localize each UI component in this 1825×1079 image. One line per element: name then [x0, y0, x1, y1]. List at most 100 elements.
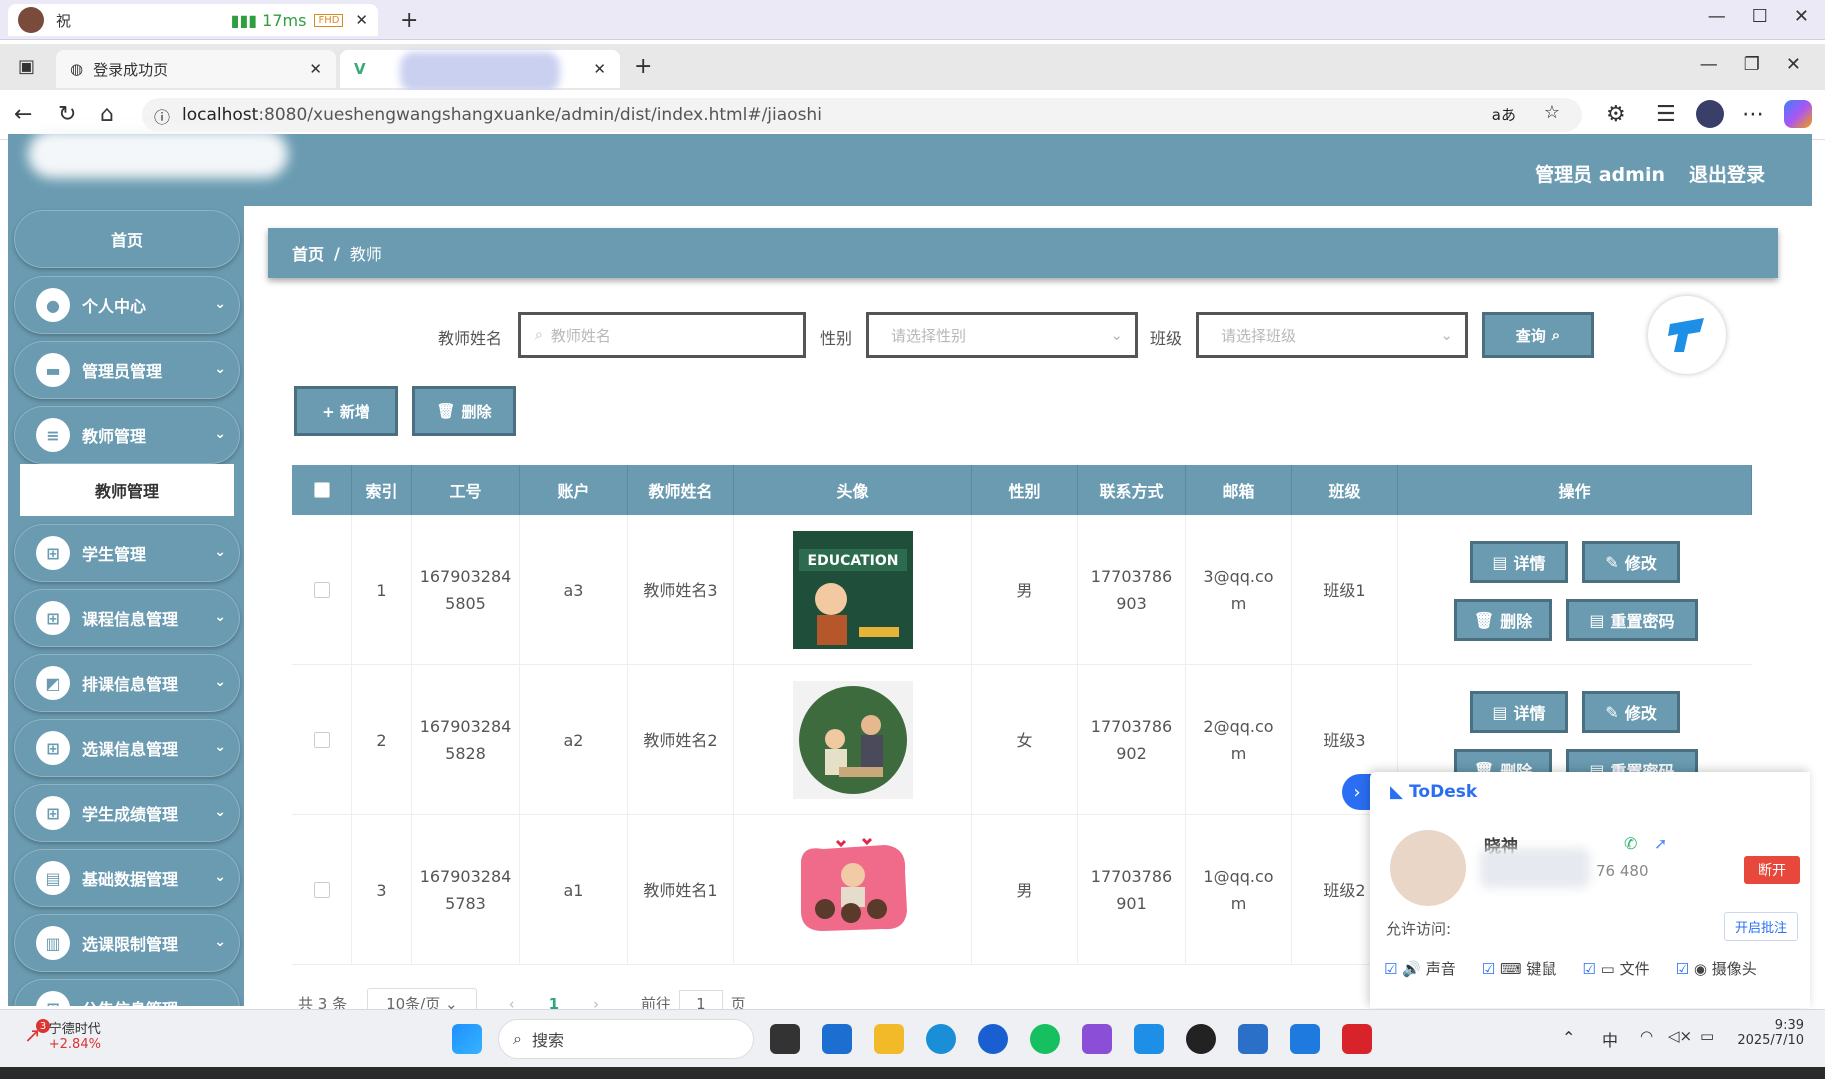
close-tab-icon[interactable]: ✕ — [593, 60, 606, 78]
chevron-down-icon: ⌄ — [1440, 326, 1453, 344]
sidebar-item-notice[interactable]: ⊞ 公告信息管理 ⌄ — [14, 979, 240, 1006]
app-p-icon[interactable] — [1290, 1024, 1320, 1054]
sidebar-item-student[interactable]: ⊞ 学生管理 ⌄ — [14, 524, 240, 582]
sidebar-item-selection[interactable]: ⊞ 选课信息管理 ⌄ — [14, 719, 240, 777]
todesk-panel: ◣ ToDesk 晓神 76 480 ✆ ➚ 断开 允许访问: 开启批注 ☑ 🔊 … — [1370, 772, 1810, 1008]
home-icon[interactable]: ⌂ — [100, 102, 114, 127]
sidebar-item-schedule[interactable]: ◩ 排课信息管理 ⌄ — [14, 654, 240, 712]
delete-button[interactable]: 🗑 删除 — [1454, 599, 1552, 641]
teacher-name-input[interactable]: ⌕ 教师姓名 — [518, 312, 806, 358]
edit-button[interactable]: ✎ 修改 — [1582, 691, 1680, 733]
close-tab-icon[interactable]: ✕ — [309, 60, 322, 78]
chevron-down-icon: ⌄ — [214, 674, 226, 690]
volume-muted-icon[interactable]: ◁× — [1668, 1027, 1692, 1045]
sidebar-item-admin[interactable]: ▬ 管理员管理 ⌄ — [14, 341, 240, 399]
sidebar-item-course[interactable]: ⊞ 课程信息管理 ⌄ — [14, 589, 240, 647]
permission-camera[interactable]: ☑ ◉ 摄像头 — [1676, 958, 1757, 979]
todesk-taskbar-icon[interactable] — [1134, 1024, 1164, 1054]
copilot-icon[interactable] — [1784, 100, 1812, 128]
maximize-icon[interactable]: ☐ — [1752, 6, 1768, 27]
detail-button[interactable]: ▤ 详情 — [1470, 541, 1568, 583]
profile-avatar[interactable] — [1696, 100, 1724, 128]
avatar-education-image[interactable]: EDUCATION — [792, 531, 913, 649]
browser-tab-active[interactable]: V ✕ — [340, 50, 620, 92]
remote-session-tab[interactable]: 祝 ▮▮▮ 17ms FHD ✕ — [8, 4, 378, 36]
batch-delete-button[interactable]: 🗑 删除 — [412, 386, 516, 436]
sidebar-item-personal-center[interactable]: ● 个人中心 ⌄ — [14, 276, 240, 334]
read-aloud-icon[interactable]: aあ — [1492, 104, 1516, 125]
sidebar-subitem-teacher[interactable]: 教师管理 — [20, 464, 234, 516]
add-button[interactable]: + 新增 — [294, 386, 398, 436]
back-icon[interactable]: ← — [14, 102, 32, 127]
sidebar-item-limits[interactable]: ▥ 选课限制管理 ⌄ — [14, 914, 240, 972]
ime-indicator[interactable]: 中 — [1602, 1027, 1618, 1051]
close-remote-tab-icon[interactable]: ✕ — [355, 11, 368, 29]
wechat-icon[interactable] — [1030, 1024, 1060, 1054]
annotate-button[interactable]: 开启批注 — [1724, 912, 1799, 941]
avatar-teaching-image[interactable] — [792, 681, 913, 799]
permission-sound[interactable]: ☑ 🔊 声音 — [1384, 958, 1456, 979]
extensions-icon[interactable]: ⚙ — [1606, 102, 1626, 127]
notepad-icon[interactable] — [1238, 1024, 1268, 1054]
close-icon[interactable]: ✕ — [1794, 6, 1809, 27]
avatar-classroom-image[interactable] — [792, 831, 913, 949]
breadcrumb-home[interactable]: 首页 — [292, 241, 324, 265]
clock[interactable]: 9:39 2025/7/10 — [1734, 1018, 1804, 1048]
windows-start-icon[interactable] — [452, 1024, 482, 1054]
row-checkbox[interactable] — [313, 582, 330, 598]
cell-email-line1: 1@qq.co — [1203, 867, 1274, 886]
class-select[interactable]: 请选择班级 ⌄ — [1196, 312, 1468, 358]
todesk-collapse-button[interactable]: › — [1342, 774, 1372, 810]
gender-select[interactable]: 请选择性别 ⌄ — [866, 312, 1138, 358]
quality-badge[interactable]: FHD — [314, 13, 344, 27]
new-tab-icon[interactable]: + — [634, 54, 652, 79]
file-explorer-icon[interactable] — [874, 1024, 904, 1054]
qq-icon[interactable] — [1186, 1024, 1216, 1054]
reset-password-button[interactable]: ▤ 重置密码 — [1566, 599, 1698, 641]
stock-widget[interactable]: ↗ 3 宁德时代 +2.84% — [24, 1018, 101, 1052]
row-checkbox[interactable] — [313, 882, 330, 898]
store-icon[interactable] — [822, 1024, 852, 1054]
edge-icon[interactable] — [926, 1024, 956, 1054]
sidebar-item-teacher[interactable]: ≡ 教师管理 ⌄ — [14, 406, 240, 464]
minimize-icon[interactable]: — — [1700, 54, 1718, 75]
sidebar-item-label: 选课限制管理 — [82, 935, 179, 954]
tab-actions-icon[interactable]: ▣ — [18, 56, 35, 77]
app-l-icon[interactable] — [978, 1024, 1008, 1054]
cell-phone-line2: 901 — [1116, 894, 1147, 913]
intellij-icon[interactable] — [1342, 1024, 1372, 1054]
disconnect-button[interactable]: 断开 — [1744, 856, 1800, 884]
favorites-icon[interactable]: ☰ — [1656, 102, 1676, 127]
tray-expand-icon[interactable]: ⌃ — [1562, 1028, 1575, 1047]
minimize-icon[interactable]: — — [1708, 6, 1726, 27]
sidebar-item-grades[interactable]: ⊞ 学生成绩管理 ⌄ — [14, 784, 240, 842]
logout-link[interactable]: 退出登录 — [1689, 160, 1765, 187]
new-remote-tab-icon[interactable]: + — [400, 8, 418, 33]
class-label: 班级 — [1150, 329, 1183, 348]
favorite-star-icon[interactable]: ☆ — [1544, 102, 1560, 123]
wifi-icon[interactable]: ◠ — [1640, 1027, 1653, 1045]
query-button[interactable]: 查询 ⌕ — [1482, 312, 1594, 358]
phone-icon[interactable]: ✆ — [1624, 834, 1637, 853]
cursor-icon[interactable]: ➚ — [1654, 834, 1667, 853]
detail-button[interactable]: ▤ 详情 — [1470, 691, 1568, 733]
permission-file[interactable]: ☑ ▭ 文件 — [1582, 958, 1649, 979]
battery-icon[interactable]: ▭ — [1700, 1027, 1714, 1045]
visual-studio-icon[interactable] — [1082, 1024, 1112, 1054]
todesk-floating-button[interactable] — [1648, 296, 1726, 374]
select-all-checkbox[interactable] — [313, 482, 330, 498]
task-view-icon[interactable] — [770, 1024, 800, 1054]
taskbar-search[interactable]: ⌕ 搜索 — [498, 1019, 754, 1059]
grid-icon: ⊞ — [36, 991, 70, 1006]
close-icon[interactable]: ✕ — [1786, 54, 1801, 75]
edit-button[interactable]: ✎ 修改 — [1582, 541, 1680, 583]
permission-keyboard[interactable]: ☑ ⌨ 键鼠 — [1482, 958, 1557, 979]
sidebar-item-home[interactable]: 首页 — [14, 210, 240, 268]
row-checkbox[interactable] — [313, 732, 330, 748]
browser-tab-login-success[interactable]: ◍ 登录成功页 ✕ — [56, 50, 336, 88]
sidebar-item-basic-data[interactable]: ▤ 基础数据管理 ⌄ — [14, 849, 240, 907]
more-icon[interactable]: ⋯ — [1742, 102, 1764, 127]
url-field[interactable]: ⓘ localhost:8080/xueshengwangshangxuanke… — [142, 98, 1582, 132]
restore-icon[interactable]: ❐ — [1744, 54, 1760, 75]
refresh-icon[interactable]: ↻ — [58, 102, 76, 127]
